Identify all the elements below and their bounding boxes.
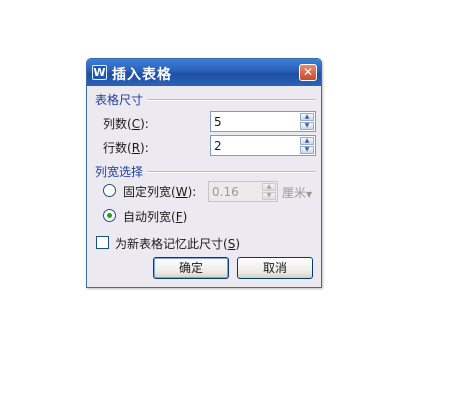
spin-down-icon[interactable]: ▼	[262, 192, 276, 200]
rows-value[interactable]: 2	[214, 139, 222, 153]
rows-spinner[interactable]: 2 ▲ ▼	[210, 135, 316, 156]
dialog-titlebar[interactable]: W 插入表格 ✕	[87, 59, 321, 86]
chevron-down-icon: ▼	[306, 190, 313, 199]
fixed-width-spinner[interactable]: 0.16 ▲ ▼	[208, 181, 278, 202]
auto-width-label[interactable]: 自动列宽(F)	[123, 208, 187, 225]
spin-down-icon[interactable]: ▼	[300, 146, 314, 154]
insert-table-dialog: W 插入表格 ✕ 表格尺寸 列数(C): 5 ▲ ▼ 行数(R): 2 ▲ ▼ …	[86, 58, 322, 288]
spin-up-icon[interactable]: ▲	[262, 183, 276, 191]
close-icon[interactable]: ✕	[299, 64, 317, 81]
fixed-width-radio[interactable]	[103, 184, 116, 197]
fixed-width-label[interactable]: 固定列宽(W):	[123, 183, 196, 200]
fixed-width-value[interactable]: 0.16	[212, 185, 239, 199]
dialog-title: 插入表格	[112, 67, 172, 83]
spin-up-icon[interactable]: ▲	[300, 113, 314, 121]
ok-button[interactable]: 确定	[153, 257, 229, 279]
remember-size-checkbox[interactable]	[96, 236, 109, 249]
section-column-width: 列宽选择	[95, 165, 144, 179]
spin-up-icon[interactable]: ▲	[300, 137, 314, 145]
section-table-size: 表格尺寸	[95, 93, 144, 107]
section-divider	[147, 171, 315, 173]
columns-value[interactable]: 5	[214, 115, 222, 129]
section-divider	[147, 99, 315, 101]
columns-label: 列数(C):	[103, 117, 149, 131]
remember-size-label[interactable]: 为新表格记忆此尺寸(S)	[115, 235, 240, 252]
wps-app-icon: W	[92, 65, 107, 80]
radio-selected-dot	[107, 213, 112, 218]
spin-down-icon[interactable]: ▼	[300, 122, 314, 130]
cancel-button[interactable]: 取消	[237, 257, 313, 279]
rows-label: 行数(R):	[103, 141, 149, 155]
unit-dropdown[interactable]: 厘米▼	[282, 184, 312, 201]
columns-spinner[interactable]: 5 ▲ ▼	[210, 111, 316, 132]
auto-width-radio[interactable]	[103, 209, 116, 222]
